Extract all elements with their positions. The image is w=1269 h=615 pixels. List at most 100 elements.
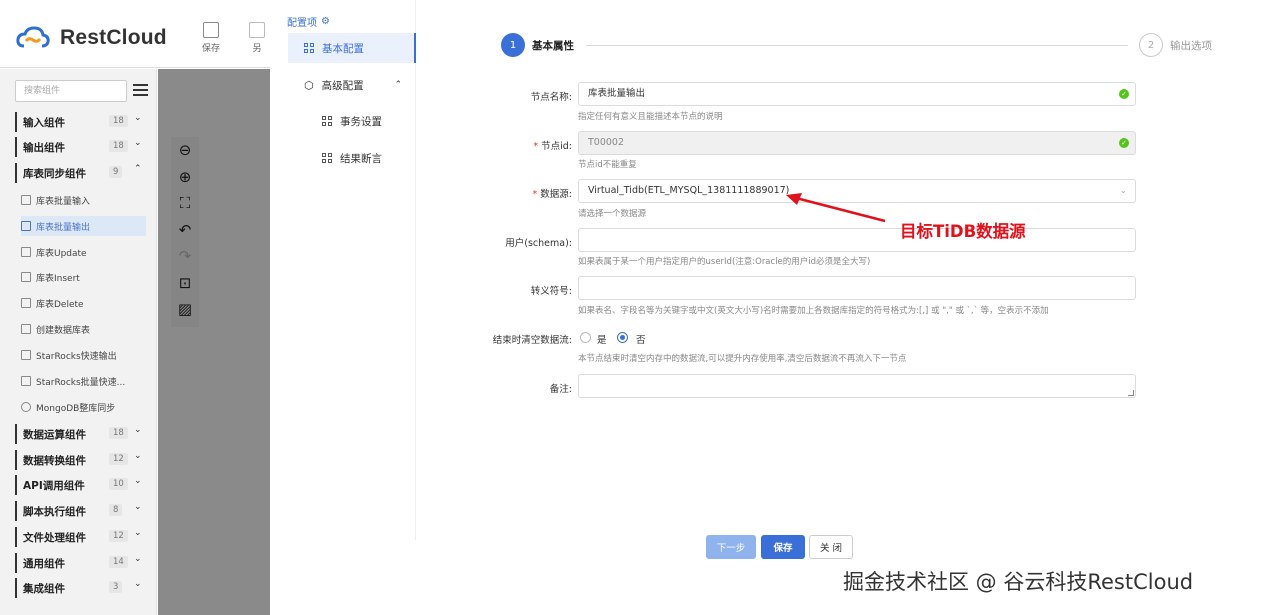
nav-assertion[interactable]: 结果断言	[306, 143, 416, 173]
grid-pattern-icon[interactable]: ▨	[171, 296, 199, 323]
step-connector	[586, 45, 1128, 46]
resize-handle-icon[interactable]	[1128, 390, 1134, 396]
component-item[interactable]: 库表Delete	[21, 293, 146, 313]
node-id-label-text: 节点id:	[541, 141, 572, 152]
step-2-indicator: 2	[1139, 33, 1163, 57]
toolbar-icon	[249, 22, 265, 38]
category-data-compute[interactable]: 数据运算组件 18 ⌄	[15, 424, 145, 444]
category-label: 输出组件	[23, 141, 65, 154]
component-item[interactable]: StarRocks批量快速...	[21, 371, 146, 391]
watermark: 掘金技术社区 @ 谷云科技RestCloud	[843, 570, 1194, 594]
radio-yes[interactable]	[580, 332, 591, 343]
category-data-transform[interactable]: 数据转换组件 12 ⌄	[15, 450, 145, 470]
canvas-tools: ⊖ ⊕ ⛶ ↶ ↷ ⊡ ▨	[171, 137, 199, 327]
node-name-label: 节点名称:	[530, 92, 572, 103]
component-search-input[interactable]: 搜索组件	[15, 80, 127, 102]
undo-icon[interactable]: ↶	[171, 217, 199, 244]
component-item-active[interactable]: 库表批量输出	[21, 216, 146, 236]
nav-advanced-config[interactable]: ⬡ 高级配置 ⌃	[288, 70, 416, 100]
nav-label: 结果断言	[340, 152, 382, 165]
chevron-down-icon: ⌄	[134, 451, 142, 461]
clear-stream-label: 结束时清空数据流:	[492, 335, 572, 346]
component-item[interactable]: 库表Insert	[21, 267, 146, 287]
component-label: 库表批量输出	[36, 222, 91, 233]
step-1-label: 基本属性	[532, 40, 574, 52]
component-item[interactable]: 库表批量输入	[21, 190, 146, 210]
chevron-up-icon: ⌃	[134, 164, 142, 174]
component-label: StarRocks批量快速...	[36, 377, 126, 388]
chevron-down-icon: ⌄	[1119, 186, 1127, 196]
category-count: 8	[109, 504, 123, 516]
chevron-up-icon: ⌃	[394, 80, 402, 90]
category-count: 18	[109, 115, 128, 127]
table-icon	[21, 324, 31, 334]
datasource-hint: 请选择一个数据源	[578, 209, 647, 219]
radio-no[interactable]	[617, 332, 628, 343]
category-integration[interactable]: 集成组件 3 ⌄	[15, 578, 145, 598]
component-item[interactable]: StarRocks快速输出	[21, 345, 146, 365]
node-id-label: * 节点id:	[533, 141, 572, 152]
escape-input[interactable]	[578, 276, 1136, 300]
remark-textarea[interactable]	[578, 374, 1136, 398]
schema-label: 用户(schema):	[505, 238, 572, 249]
actual-size-icon[interactable]: ⊡	[171, 270, 199, 297]
category-script[interactable]: 脚本执行组件 8 ⌄	[15, 501, 145, 521]
annotation-text: 目标TiDB数据源	[900, 222, 1026, 241]
datasource-label-text: 数据源:	[540, 189, 572, 200]
category-file[interactable]: 文件处理组件 12 ⌄	[15, 527, 145, 547]
category-label: 数据转换组件	[23, 454, 86, 467]
escape-label: 转义符号:	[530, 286, 572, 297]
category-label: 通用组件	[23, 557, 65, 570]
datasource-label: * 数据源:	[532, 189, 572, 200]
category-label: 脚本执行组件	[23, 505, 86, 518]
table-icon	[21, 221, 31, 231]
nav-label: 事务设置	[340, 115, 382, 128]
save-button[interactable]: 保存	[761, 535, 805, 559]
toolbar-second-button[interactable]: 另	[245, 22, 269, 54]
component-label: 库表Insert	[36, 273, 80, 284]
datasource-value: Virtual_Tidb(ETL_MYSQL_1381111889017)	[588, 185, 790, 196]
check-icon: ✓	[1119, 138, 1129, 148]
category-input[interactable]: 输入组件 18 ⌄	[15, 112, 145, 132]
category-api-call[interactable]: API调用组件 10 ⌄	[15, 475, 145, 495]
component-item[interactable]: MongoDB整库同步	[21, 397, 146, 417]
clear-stream-hint: 本节点结束时清空内存中的数据流,可以提升内存使用率,清空后数据流不再流入下一节点	[578, 354, 907, 364]
category-count: 12	[109, 530, 128, 542]
fit-icon[interactable]: ⛶	[171, 190, 199, 217]
toolbar-second-label: 另	[252, 44, 262, 54]
category-general[interactable]: 通用组件 14 ⌄	[15, 553, 145, 573]
component-label: MongoDB整库同步	[36, 403, 116, 414]
mongodb-icon	[21, 402, 31, 412]
component-label: StarRocks快速输出	[36, 351, 117, 362]
config-title-label: 配置项	[287, 18, 317, 29]
component-item[interactable]: 创建数据库表	[21, 319, 146, 339]
category-label: 库表同步组件	[23, 167, 86, 180]
grid-icon	[322, 116, 332, 126]
redo-icon[interactable]: ↷	[171, 243, 199, 270]
schema-input[interactable]	[578, 228, 1136, 252]
zoom-in-icon[interactable]: ⊕	[171, 164, 199, 191]
close-button[interactable]: 关 闭	[809, 535, 853, 559]
nav-transaction[interactable]: 事务设置	[306, 106, 416, 136]
component-label: 库表Update	[36, 248, 87, 259]
category-output[interactable]: 输出组件 18 ⌄	[15, 137, 145, 157]
save-icon	[203, 22, 219, 38]
table-icon	[21, 298, 31, 308]
table-icon	[21, 247, 31, 257]
nav-label: 基本配置	[322, 42, 364, 55]
zoom-out-icon[interactable]: ⊖	[171, 137, 199, 164]
category-label: 输入组件	[23, 116, 65, 129]
list-view-icon[interactable]	[133, 84, 148, 97]
category-table-sync[interactable]: 库表同步组件 9 ⌃	[15, 163, 145, 183]
component-item[interactable]: 库表Update	[21, 242, 146, 262]
node-name-input[interactable]: 库表批量输出 ✓	[578, 82, 1136, 106]
cube-icon: ⬡	[304, 78, 314, 92]
toolbar-save-button[interactable]: 保存	[191, 22, 231, 54]
table-icon	[21, 272, 31, 282]
nav-basic-config[interactable]: 基本配置	[288, 33, 416, 63]
chevron-down-icon: ⌄	[134, 502, 142, 512]
step-2-label: 输出选项	[1170, 40, 1212, 52]
config-title: 配置项 ⚙	[287, 14, 330, 29]
next-button[interactable]: 下一步	[706, 535, 756, 559]
step-1-indicator: 1	[501, 33, 525, 57]
